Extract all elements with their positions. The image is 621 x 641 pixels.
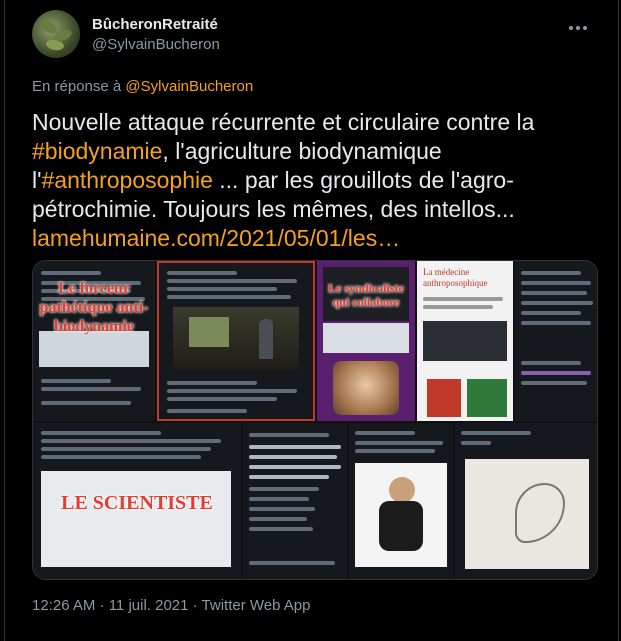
- overlay-text-1: Le forceur pathétique anti-biodynamie: [39, 280, 149, 335]
- reply-context: En réponse à @SylvainBucheron: [32, 78, 253, 95]
- tweet-text: Nouvelle attaque récurrente et circulair…: [32, 108, 592, 253]
- reply-prefix: En réponse à: [32, 78, 122, 95]
- display-name[interactable]: BûcheronRetraité: [92, 16, 220, 33]
- media-collage[interactable]: Le forceur pathétique anti-biodynamie Le…: [32, 260, 598, 580]
- tweet-link[interactable]: lamehumaine.com/2021/05/01/les…: [32, 225, 400, 251]
- user-handle[interactable]: @SylvainBucheron: [92, 36, 220, 53]
- media-tile-3[interactable]: Le syndicaliste qui collabore: [317, 261, 415, 421]
- hashtag-anthroposophie[interactable]: #anthroposophie: [42, 167, 213, 193]
- avatar[interactable]: [32, 10, 80, 58]
- tweet-text-part-1: Nouvelle attaque récurrente et circulair…: [32, 109, 535, 135]
- more-options-icon[interactable]: [564, 18, 592, 38]
- media-tile-4[interactable]: La médecine anthroposophique: [417, 261, 513, 421]
- book-title: La médecine anthroposophique: [423, 267, 488, 288]
- media-tile-6[interactable]: LE SCIENTISTE: [33, 423, 241, 579]
- tweet-timestamp[interactable]: 12:26 AM · 11 juil. 2021 · Twitter Web A…: [32, 597, 311, 614]
- hashtag-biodynamie[interactable]: #biodynamie: [32, 138, 162, 164]
- media-tile-2[interactable]: [157, 261, 315, 421]
- media-tile-7[interactable]: [243, 423, 347, 579]
- author-names: BûcheronRetraité @SylvainBucheron: [92, 16, 220, 53]
- overlay-text-2: Le syndicaliste qui collabore: [328, 281, 404, 309]
- media-tile-8[interactable]: [349, 423, 453, 579]
- tweet-header: BûcheronRetraité @SylvainBucheron: [32, 10, 592, 66]
- media-tile-1[interactable]: Le forceur pathétique anti-biodynamie: [33, 261, 155, 421]
- media-tile-5[interactable]: [515, 261, 597, 421]
- reply-to-link[interactable]: @SylvainBucheron: [125, 78, 253, 95]
- media-tile-9[interactable]: [455, 423, 597, 579]
- overlay-text-3: LE SCIENTISTE: [61, 492, 213, 514]
